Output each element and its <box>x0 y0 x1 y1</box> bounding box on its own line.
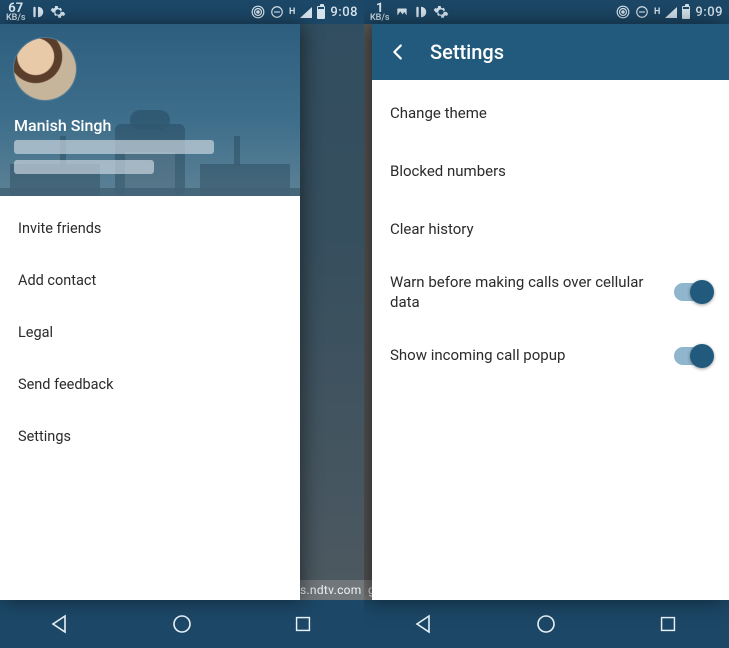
settings-item-incoming-popup[interactable]: Show incoming call popup <box>372 327 729 385</box>
avatar[interactable] <box>14 38 76 100</box>
do-not-disturb-icon <box>635 5 649 19</box>
drawer-item-legal[interactable]: Legal <box>0 306 300 358</box>
screenshot-settings: 1 KB/s H <box>364 0 729 648</box>
clock: 9:09 <box>695 5 723 20</box>
hotspot-icon <box>616 5 630 19</box>
drawer-item-send-feedback[interactable]: Send feedback <box>0 358 300 410</box>
drawer-item-label: Legal <box>18 324 53 341</box>
settings-item-label: Blocked numbers <box>390 161 712 181</box>
user-name: Manish Singh <box>14 116 111 135</box>
network-speed-indicator: 67 KB/s <box>6 3 26 22</box>
drawer-menu: Invite friends Add contact Legal Send fe… <box>0 196 300 600</box>
drawer-item-label: Settings <box>18 428 71 445</box>
status-bar: 67 KB/s H <box>0 0 364 24</box>
drawer-item-settings[interactable]: Settings <box>0 410 300 462</box>
chevron-left-icon <box>387 41 409 63</box>
back-button[interactable] <box>380 34 416 70</box>
dialer-icon <box>414 5 428 19</box>
settings-item-label: Change theme <box>390 103 712 123</box>
battery-icon <box>317 6 325 19</box>
gear-icon <box>433 4 449 20</box>
signal-icon <box>300 7 312 18</box>
drawer-item-label: Add contact <box>18 272 96 289</box>
drawer-item-label: Invite friends <box>18 220 101 237</box>
settings-item-label: Clear history <box>390 219 712 239</box>
android-nav-bar <box>0 600 364 648</box>
nav-home-button[interactable] <box>516 604 576 644</box>
redacted-user-detail <box>14 140 214 154</box>
network-type-indicator: H <box>654 7 660 17</box>
hotspot-icon <box>251 5 265 19</box>
settings-header: Settings <box>372 24 729 80</box>
redacted-user-detail <box>14 160 154 174</box>
drawer-item-invite-friends[interactable]: Invite friends <box>0 202 300 254</box>
settings-item-clear-history[interactable]: Clear history <box>372 200 729 258</box>
dialer-icon <box>31 5 45 19</box>
status-bar: 1 KB/s H <box>364 0 729 24</box>
screenshot-drawer: 67 KB/s H <box>0 0 364 648</box>
network-speed-indicator: 1 KB/s <box>370 3 390 22</box>
toggle-warn-cellular[interactable] <box>674 283 712 301</box>
nav-home-button[interactable] <box>152 604 212 644</box>
drawer-item-add-contact[interactable]: Add contact <box>0 254 300 306</box>
gear-icon <box>50 4 66 20</box>
settings-sheet: Settings Change theme Blocked numbers Cl… <box>372 24 729 600</box>
settings-item-warn-cellular[interactable]: Warn before making calls over cellular d… <box>372 258 729 327</box>
page-title: Settings <box>430 40 504 64</box>
signal-icon <box>665 7 677 18</box>
network-type-indicator: H <box>289 7 295 17</box>
battery-icon <box>682 6 690 19</box>
drawer-header: Manish Singh <box>0 24 300 196</box>
settings-item-blocked-numbers[interactable]: Blocked numbers <box>372 142 729 200</box>
nav-recents-button[interactable] <box>273 604 333 644</box>
drawer-item-label: Send feedback <box>18 376 113 393</box>
toggle-incoming-popup[interactable] <box>674 347 712 365</box>
nav-recents-button[interactable] <box>638 604 698 644</box>
settings-item-label: Show incoming call popup <box>390 345 662 365</box>
navigation-drawer: Manish Singh Invite friends Add contact … <box>0 24 300 600</box>
nav-back-button[interactable] <box>31 604 91 644</box>
settings-item-label: Warn before making calls over cellular d… <box>390 272 662 313</box>
do-not-disturb-icon <box>270 5 284 19</box>
settings-list: Change theme Blocked numbers Clear histo… <box>372 80 729 385</box>
screenshot-icon <box>395 5 409 19</box>
settings-item-change-theme[interactable]: Change theme <box>372 84 729 142</box>
android-nav-bar <box>364 600 729 648</box>
clock: 9:08 <box>330 5 358 20</box>
nav-back-button[interactable] <box>395 604 455 644</box>
